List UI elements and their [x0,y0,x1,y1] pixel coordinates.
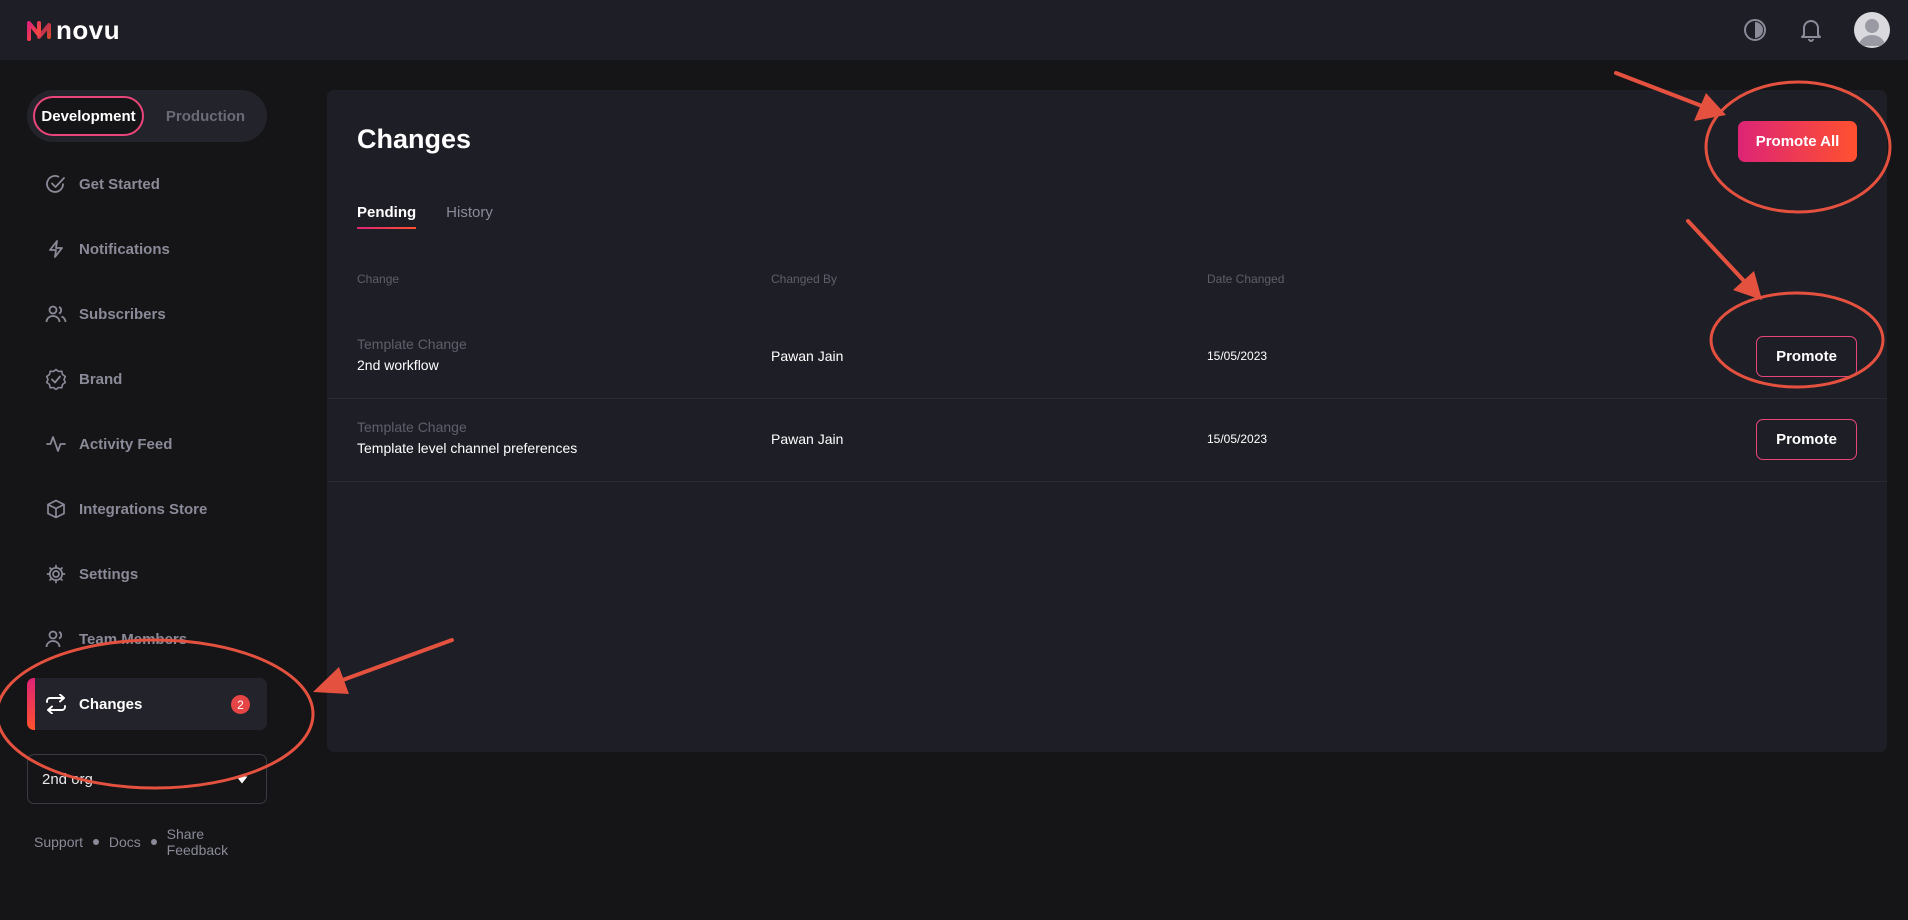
table-header: Change Changed By Date Changed [327,272,1887,316]
sidebar-item-label: Activity Feed [79,435,173,453]
column-header-date-changed: Date Changed [1207,272,1285,286]
swap-icon [45,693,67,715]
separator-dot [93,839,99,845]
separator-dot [150,839,157,845]
box-icon [45,498,67,520]
caret-down-icon [236,771,248,788]
top-bar: novu [0,0,1908,60]
env-development-button[interactable]: Development [33,96,145,136]
sidebar-item-label: Settings [79,565,139,583]
sidebar-item-team-members[interactable]: Team Members [27,613,267,665]
share-feedback-link[interactable]: Share Feedback [167,826,267,858]
organization-select-value: 2nd org [42,770,93,788]
team-icon [45,628,67,650]
change-name: Template level channel preferences [357,440,578,456]
theme-toggle-icon[interactable] [1742,17,1768,43]
changes-table: Change Changed By Date Changed Template … [327,272,1887,482]
sidebar-item-settings[interactable]: Settings [27,548,267,600]
change-type: Template Change [357,336,467,352]
date-changed: 15/05/2023 [1207,432,1268,446]
sidebar-item-brand[interactable]: Brand [27,353,267,405]
avatar[interactable] [1854,12,1890,48]
sidebar-item-get-started[interactable]: Get Started [27,158,267,210]
sidebar-item-subscribers[interactable]: Subscribers [27,288,267,340]
bolt-icon [45,238,67,260]
promote-all-button[interactable]: Promote All [1738,121,1857,162]
promote-button[interactable]: Promote [1756,336,1857,377]
changed-by: Pawan Jain [771,431,844,447]
sidebar-item-notifications[interactable]: Notifications [27,223,267,275]
environment-switch: Development Production [27,90,267,142]
logo-text: novu [56,14,121,45]
changes-tabs: Pending History [357,204,493,229]
column-header-change: Change [357,272,400,286]
env-production-button[interactable]: Production [150,96,261,136]
table-row: Template Change 2nd workflow Pawan Jain … [327,316,1887,399]
users-icon [45,303,67,325]
change-type: Template Change [357,419,467,435]
change-name: 2nd workflow [357,357,439,373]
novu-logo-icon [27,21,51,41]
support-link[interactable]: Support [34,834,83,850]
activity-icon [45,433,67,455]
column-header-changed-by: Changed By [771,272,838,286]
sidebar-item-label: Get Started [79,175,160,193]
sidebar-item-label: Brand [79,370,123,388]
sidebar-item-label: Team Members [79,630,188,648]
changes-panel: Changes Promote All Pending History Chan… [327,90,1887,752]
organization-select[interactable]: 2nd org [27,754,267,804]
sidebar-nav: Get Started Notifications Subscribers Br… [27,158,267,730]
sidebar-item-activity-feed[interactable]: Activity Feed [27,418,267,470]
page-title: Changes [357,124,472,154]
promote-button[interactable]: Promote [1756,419,1857,460]
check-circle-icon [45,173,67,195]
sidebar-item-changes[interactable]: Changes 2 [27,678,267,730]
novu-logo[interactable]: novu [26,15,120,46]
badge-check-icon [45,368,67,390]
sidebar-item-integrations-store[interactable]: Integrations Store [27,483,267,535]
tab-history[interactable]: History [446,204,493,229]
sidebar-item-label: Notifications [79,240,170,258]
table-row: Template Change Template level channel p… [327,399,1887,482]
docs-link[interactable]: Docs [109,834,141,850]
changes-count-badge: 2 [231,695,250,714]
gear-icon [45,563,67,585]
sidebar: Development Production Get Started Notif… [27,90,267,858]
sidebar-item-label: Changes [79,695,143,713]
date-changed: 15/05/2023 [1207,349,1268,363]
changed-by: Pawan Jain [771,348,844,364]
sidebar-item-label: Integrations Store [79,500,208,518]
tab-pending[interactable]: Pending [357,204,417,229]
footer-links: Support Docs Share Feedback [27,826,267,858]
bell-icon[interactable] [1798,17,1824,43]
sidebar-item-label: Subscribers [79,305,166,323]
